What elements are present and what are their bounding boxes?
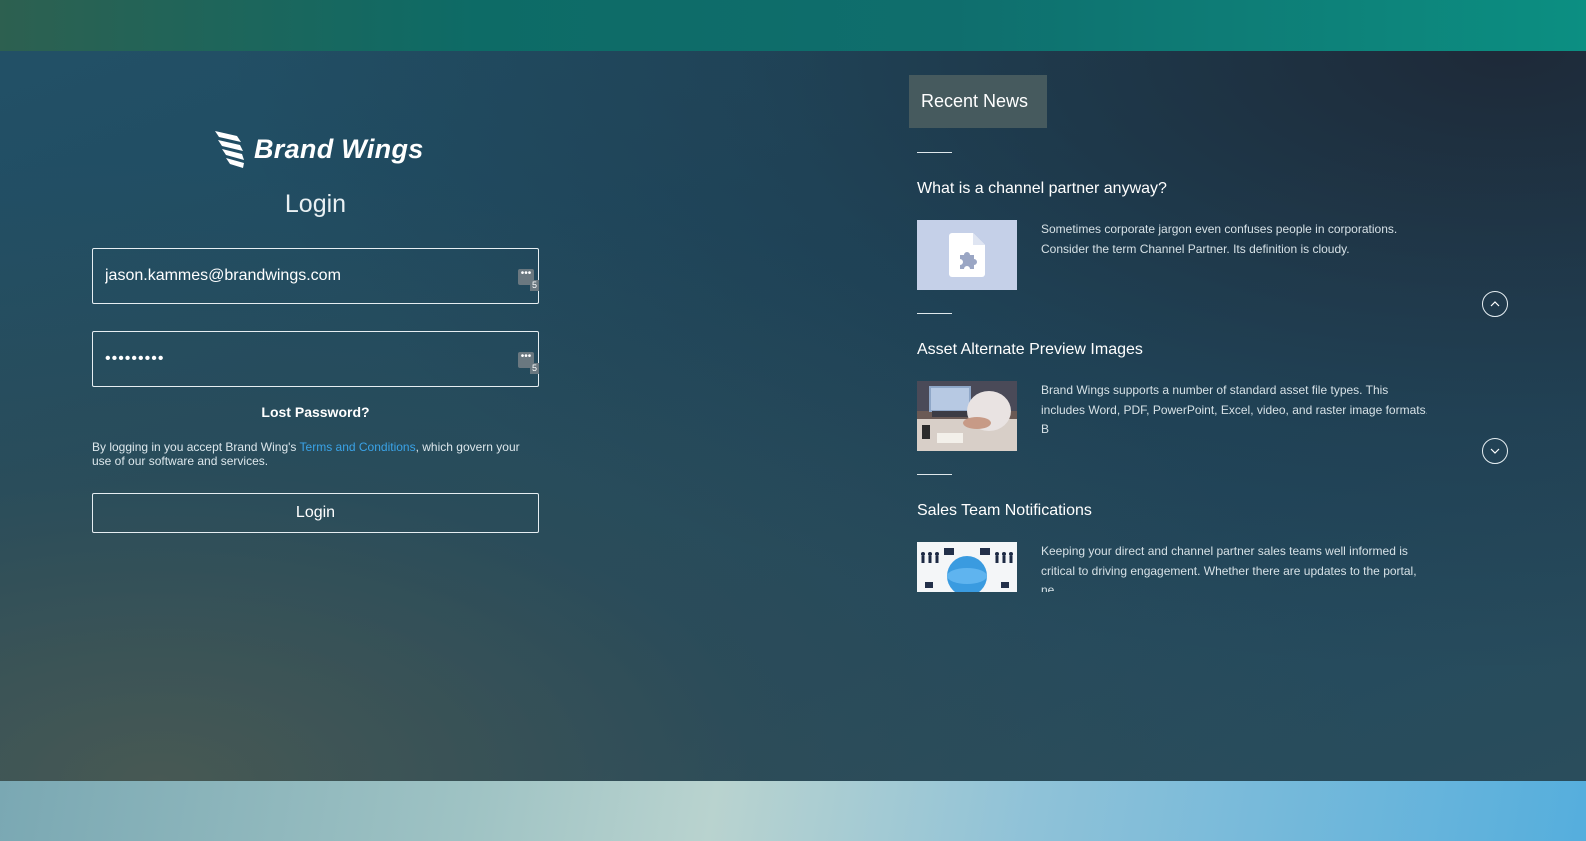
laptop-photo: [917, 381, 1017, 451]
top-banner: [0, 0, 1586, 51]
email-field-wrapper: ••• 5: [92, 248, 539, 304]
lost-password-link[interactable]: Lost Password?: [92, 404, 539, 420]
news-title[interactable]: Sales Team Notifications: [917, 502, 1092, 520]
password-field[interactable]: [93, 332, 538, 386]
team-network-photo: [917, 542, 1017, 592]
login-title: Login: [284, 190, 347, 218]
news-item[interactable]: Sales Team Notifications Keeping your di…: [917, 462, 1427, 592]
password-field-wrapper: ••• 5: [92, 331, 539, 387]
divider: [917, 152, 952, 153]
email-field[interactable]: [93, 249, 538, 303]
news-excerpt: Sometimes corporate jargon even confuses…: [1041, 222, 1398, 256]
chevron-up-icon: [1490, 301, 1500, 307]
scroll-up-button[interactable]: [1482, 291, 1508, 317]
password-manager-count: 5: [530, 363, 539, 374]
login-button[interactable]: Login: [92, 493, 539, 533]
brand-name: Brand Wings: [254, 133, 424, 164]
terms-prefix: By logging in you accept Brand Wing's: [92, 440, 300, 454]
divider: [917, 313, 952, 314]
news-header: Recent News: [909, 75, 1047, 128]
news-excerpt: Keeping your direct and channel partner …: [1041, 544, 1417, 592]
news-thumbnail[interactable]: [917, 381, 1017, 451]
news-item[interactable]: What is a channel partner anyway? Someti…: [917, 140, 1427, 301]
bottom-banner: [0, 781, 1586, 841]
news-excerpt: Brand Wings supports a number of standar…: [1041, 383, 1427, 436]
chevron-down-icon: [1490, 448, 1500, 454]
news-thumbnail[interactable]: [917, 542, 1017, 592]
news-title[interactable]: Asset Alternate Preview Images: [917, 341, 1143, 359]
news-item[interactable]: Asset Alternate Preview Images Brand Win…: [917, 301, 1427, 462]
news-list[interactable]: What is a channel partner anyway? Someti…: [917, 140, 1427, 592]
brand-logo: Brand Wings: [215, 129, 424, 169]
puzzle-document-icon: [949, 233, 985, 277]
terms-notice: By logging in you accept Brand Wing's Te…: [92, 440, 539, 468]
divider: [917, 474, 952, 475]
wings-icon: [215, 131, 244, 168]
terms-link[interactable]: Terms and Conditions: [300, 440, 416, 454]
password-manager-count: 5: [530, 280, 539, 291]
news-thumbnail[interactable]: [917, 220, 1017, 290]
scroll-down-button[interactable]: [1482, 438, 1508, 464]
news-title[interactable]: What is a channel partner anyway?: [917, 180, 1167, 198]
